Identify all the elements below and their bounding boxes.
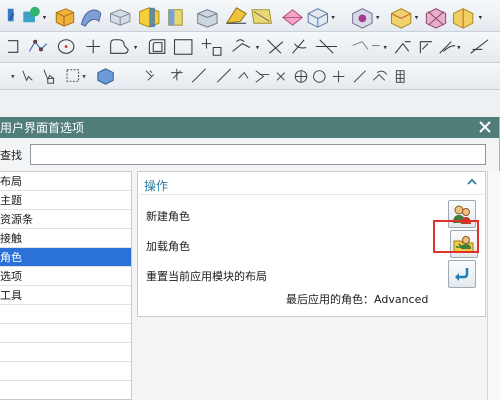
trim-icon[interactable] (267, 39, 284, 54)
circle-icon[interactable] (57, 39, 75, 54)
snap-quadrant-icon[interactable] (372, 70, 388, 81)
snap-end-icon[interactable] (145, 70, 155, 81)
nav-empty-row (0, 305, 131, 324)
last-applied-role-text: 最后应用的角色：Advanced (286, 293, 429, 306)
toolbar-row-3: ▾ ▾ (0, 63, 500, 90)
toolbar-row-1-icons: ▾ ▾ ▾ ▾ ▾ (7, 6, 483, 29)
mirror-icon[interactable] (352, 41, 380, 50)
svg-text:▾: ▾ (376, 13, 380, 21)
filter-icon[interactable] (66, 69, 80, 82)
graphics-area-top (0, 90, 500, 117)
highlight-box (433, 220, 479, 253)
svg-text:▾: ▾ (134, 43, 138, 51)
render-icon[interactable] (452, 8, 474, 29)
settings-icon[interactable] (307, 8, 328, 28)
new-role-label: 新建角色 (146, 210, 190, 223)
cylinder-icon[interactable] (139, 7, 160, 28)
paint-icon[interactable] (352, 8, 373, 29)
nav-item-options[interactable]: 选项 (0, 267, 131, 286)
nav-empty-row (0, 362, 131, 381)
dialog-title: 用户界面首选项 (0, 121, 85, 135)
search-label: 查找 (0, 149, 22, 162)
reset-layout-icon (455, 268, 469, 281)
snap-icon[interactable] (201, 38, 222, 56)
load-role-label: 加载角色 (146, 240, 190, 253)
dialog-titlebar[interactable]: 用户界面首选项 (0, 117, 499, 138)
shape-icon[interactable] (23, 6, 40, 23)
snap-circle-icon[interactable] (313, 70, 326, 83)
select-icon[interactable] (43, 69, 55, 84)
nav-item-resource-bar[interactable]: 资源条 (0, 210, 131, 229)
shell-icon[interactable] (251, 9, 272, 24)
graphics-area-edge (487, 171, 500, 400)
nav-item-tools[interactable]: 工具 (0, 286, 131, 305)
grid-icon[interactable] (395, 70, 405, 83)
square-icon[interactable] (173, 39, 193, 55)
svg-text:▾: ▾ (43, 13, 47, 21)
toolbar-row-2: ▾ ▾ ▾ ▾ (0, 32, 500, 63)
svg-text:▾: ▾ (479, 13, 483, 21)
block-icon[interactable] (110, 9, 131, 26)
dimension-icon[interactable] (292, 39, 307, 54)
svg-text:▾: ▾ (256, 43, 260, 51)
angle-icon[interactable] (394, 41, 411, 54)
snap-mid-icon[interactable] (171, 68, 183, 81)
move-icon[interactable] (22, 70, 33, 82)
cube-icon[interactable] (97, 68, 114, 85)
collapse-chevron-icon[interactable] (465, 175, 479, 189)
section-title: 操作 (144, 179, 169, 193)
point-icon[interactable] (86, 39, 100, 54)
line-icon[interactable] (470, 39, 489, 54)
svg-text:▾: ▾ (384, 43, 388, 51)
nav-item-roles[interactable]: 角色 (0, 248, 131, 267)
assembly-icon[interactable] (282, 9, 304, 26)
section-divider (139, 194, 484, 195)
extend-icon[interactable] (315, 39, 338, 54)
nav-item-touch[interactable]: 接触 (0, 229, 131, 248)
sketch-icon[interactable] (7, 8, 15, 22)
svg-text:▾: ▾ (331, 13, 335, 21)
snap-arc-icon[interactable] (216, 68, 232, 83)
spline-icon[interactable] (28, 39, 48, 52)
nav-item-theme[interactable]: 主题 (0, 191, 131, 210)
toolbar-row-1: ▾ ▾ ▾ ▾ ▾ (0, 0, 500, 32)
svg-text:▾: ▾ (457, 43, 461, 51)
solid-icon[interactable] (425, 8, 447, 29)
toolbar-row-2-icons: ▾ ▾ ▾ ▾ (8, 38, 489, 56)
measure-icon[interactable] (419, 41, 432, 54)
search-row: 查找 (0, 144, 500, 166)
blend-icon[interactable] (197, 9, 218, 28)
svg-text:▾: ▾ (82, 72, 86, 80)
operations-panel: 操作 新建角色 加载角色 重置当前应用模块的布局 最后应用的角色：Advance… (137, 171, 486, 317)
search-input[interactable] (30, 144, 486, 165)
sweep-icon[interactable] (80, 9, 102, 27)
toolbar-row-3-icons: ▾ ▾ (11, 68, 405, 85)
snap-center-icon[interactable] (294, 70, 308, 83)
box-icon[interactable] (55, 8, 75, 27)
preferences-nav-list: 布局 主题 资源条 接触 角色 选项 工具 (0, 171, 132, 400)
reset-layout-button[interactable] (448, 260, 476, 288)
offset-icon[interactable] (148, 39, 166, 54)
snap-plus-icon[interactable] (332, 70, 345, 83)
snap-cross-icon[interactable] (276, 72, 286, 81)
surface-icon[interactable] (225, 7, 247, 24)
fillet-sketch-icon[interactable] (110, 39, 129, 54)
user-interface-preferences-dialog: 用户界面首选项 查找 布局 主题 资源条 接触 角色 选项 工具 操作 新建角色 (0, 117, 500, 400)
snap-line-icon[interactable] (191, 68, 207, 83)
svg-text:▾: ▾ (11, 72, 15, 80)
svg-text:▾: ▾ (415, 13, 419, 21)
chamfer-icon[interactable] (168, 9, 183, 26)
reset-layout-label: 重置当前应用模块的布局 (146, 270, 267, 283)
nav-empty-row (0, 324, 131, 343)
snap-tangent-icon[interactable] (255, 70, 270, 83)
snap-slash-icon[interactable] (353, 70, 366, 83)
close-icon[interactable] (477, 119, 493, 135)
rectangle-icon[interactable] (8, 40, 19, 53)
snap-point-icon[interactable] (238, 71, 249, 79)
nav-empty-row (0, 343, 131, 362)
tangent-icon[interactable] (439, 41, 456, 54)
nav-item-layout[interactable]: 布局 (0, 172, 131, 191)
constraint-icon[interactable] (232, 39, 251, 52)
material-icon[interactable] (390, 8, 412, 29)
